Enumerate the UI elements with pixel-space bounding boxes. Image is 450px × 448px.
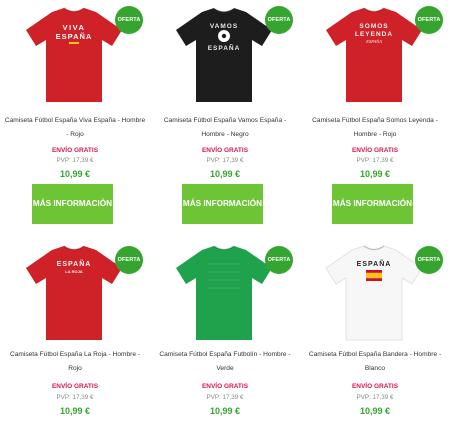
product-title[interactable]: Camiseta Fútbol España Vamos España - Ho…: [154, 114, 296, 142]
original-price: PVP: 17,39 €: [206, 394, 244, 401]
sale-price: 10,99 €: [359, 406, 391, 416]
sale-price: 10,99 €: [209, 169, 241, 179]
spain-flag-icon: [366, 270, 382, 281]
more-info-button[interactable]: MÁS INFORMACIÓN: [332, 184, 413, 224]
shirt-print-line-1: ESPAÑA: [357, 259, 392, 268]
product-card[interactable]: VIVA ESPAÑA OFERTA Camiseta Fútbol Españ…: [0, 0, 150, 224]
sale-price: 10,99 €: [59, 406, 91, 416]
offer-badge: OFERTA: [265, 6, 293, 34]
product-image[interactable]: VAMOS ESPAÑA: [172, 4, 276, 104]
product-image[interactable]: ESPAÑA LA ROJA: [22, 242, 126, 342]
shirt-print-line-1: VIVA: [63, 23, 86, 32]
tshirt-icon: [176, 245, 272, 340]
shirt-print-line-3: ESPAÑA: [365, 39, 382, 44]
offer-badge: OFERTA: [415, 246, 443, 274]
product-title[interactable]: Camiseta Fútbol España La Roja - Hombre …: [4, 348, 146, 376]
shirt-print-line-2: ESPAÑA: [56, 32, 93, 41]
tshirt-icon: ESPAÑA: [325, 245, 423, 341]
free-shipping-label: ENVÍO GRATIS: [351, 383, 399, 390]
free-shipping-label: ENVÍO GRATIS: [351, 147, 399, 154]
sale-price: 10,99 €: [359, 169, 391, 179]
shirt-print-line-1: VAMOS: [210, 23, 238, 30]
shirt-print-line-1: SOMOS: [359, 23, 388, 30]
product-title[interactable]: Camiseta Fútbol España Viva España - Hom…: [4, 114, 146, 142]
offer-badge: OFERTA: [265, 246, 293, 274]
offer-badge: OFERTA: [115, 246, 143, 274]
offer-badge: OFERTA: [415, 6, 443, 34]
original-price: PVP: 17,39 €: [56, 394, 94, 401]
product-title[interactable]: Camiseta Fútbol España Somos Leyenda - H…: [304, 114, 446, 142]
product-title[interactable]: Camiseta Fútbol España Futbolín - Hombre…: [154, 348, 296, 376]
free-shipping-label: ENVÍO GRATIS: [201, 383, 249, 390]
product-grid: VIVA ESPAÑA OFERTA Camiseta Fútbol Españ…: [0, 0, 450, 421]
tshirt-icon: VIVA ESPAÑA: [26, 7, 122, 102]
sale-price: 10,99 €: [59, 169, 91, 179]
product-image[interactable]: [172, 242, 276, 342]
tshirt-icon: SOMOS LEYENDA ESPAÑA: [326, 7, 422, 102]
sale-price: 10,99 €: [209, 406, 241, 416]
product-card[interactable]: ESPAÑA LA ROJA OFERTA Camiseta Fútbol Es…: [0, 238, 150, 448]
product-card[interactable]: VAMOS ESPAÑA OFERTA Camiseta Fútbol Espa…: [150, 0, 300, 224]
shirt-print-line-2: ESPAÑA: [208, 43, 241, 52]
product-card[interactable]: ESPAÑA OFERTA Camiseta Fútbol España Ban…: [300, 238, 450, 448]
shirt-print-line-2: LEYENDA: [355, 31, 393, 38]
offer-badge: OFERTA: [115, 6, 143, 34]
product-image[interactable]: SOMOS LEYENDA ESPAÑA: [322, 4, 426, 104]
free-shipping-label: ENVÍO GRATIS: [201, 147, 249, 154]
more-info-button[interactable]: MÁS INFORMACIÓN: [182, 184, 263, 224]
free-shipping-label: ENVÍO GRATIS: [51, 147, 99, 154]
original-price: PVP: 17,39 €: [56, 157, 94, 164]
product-card[interactable]: SOMOS LEYENDA ESPAÑA OFERTA Camiseta Fút…: [300, 0, 450, 224]
product-image[interactable]: VIVA ESPAÑA: [22, 4, 126, 104]
shirt-print-line-2: LA ROJA: [65, 269, 83, 274]
original-price: PVP: 17,39 €: [206, 157, 244, 164]
tshirt-icon: ESPAÑA LA ROJA: [26, 245, 122, 340]
product-card[interactable]: OFERTA Camiseta Fútbol España Futbolín -…: [150, 238, 300, 448]
more-info-button[interactable]: MÁS INFORMACIÓN: [32, 184, 113, 224]
product-title[interactable]: Camiseta Fútbol España Bandera - Hombre …: [304, 348, 446, 376]
original-price: PVP: 17,39 €: [356, 394, 394, 401]
shirt-print-line-1: ESPAÑA: [57, 259, 92, 268]
product-image[interactable]: ESPAÑA: [322, 242, 426, 342]
tshirt-icon: VAMOS ESPAÑA: [176, 7, 272, 102]
original-price: PVP: 17,39 €: [356, 157, 394, 164]
free-shipping-label: ENVÍO GRATIS: [51, 383, 99, 390]
